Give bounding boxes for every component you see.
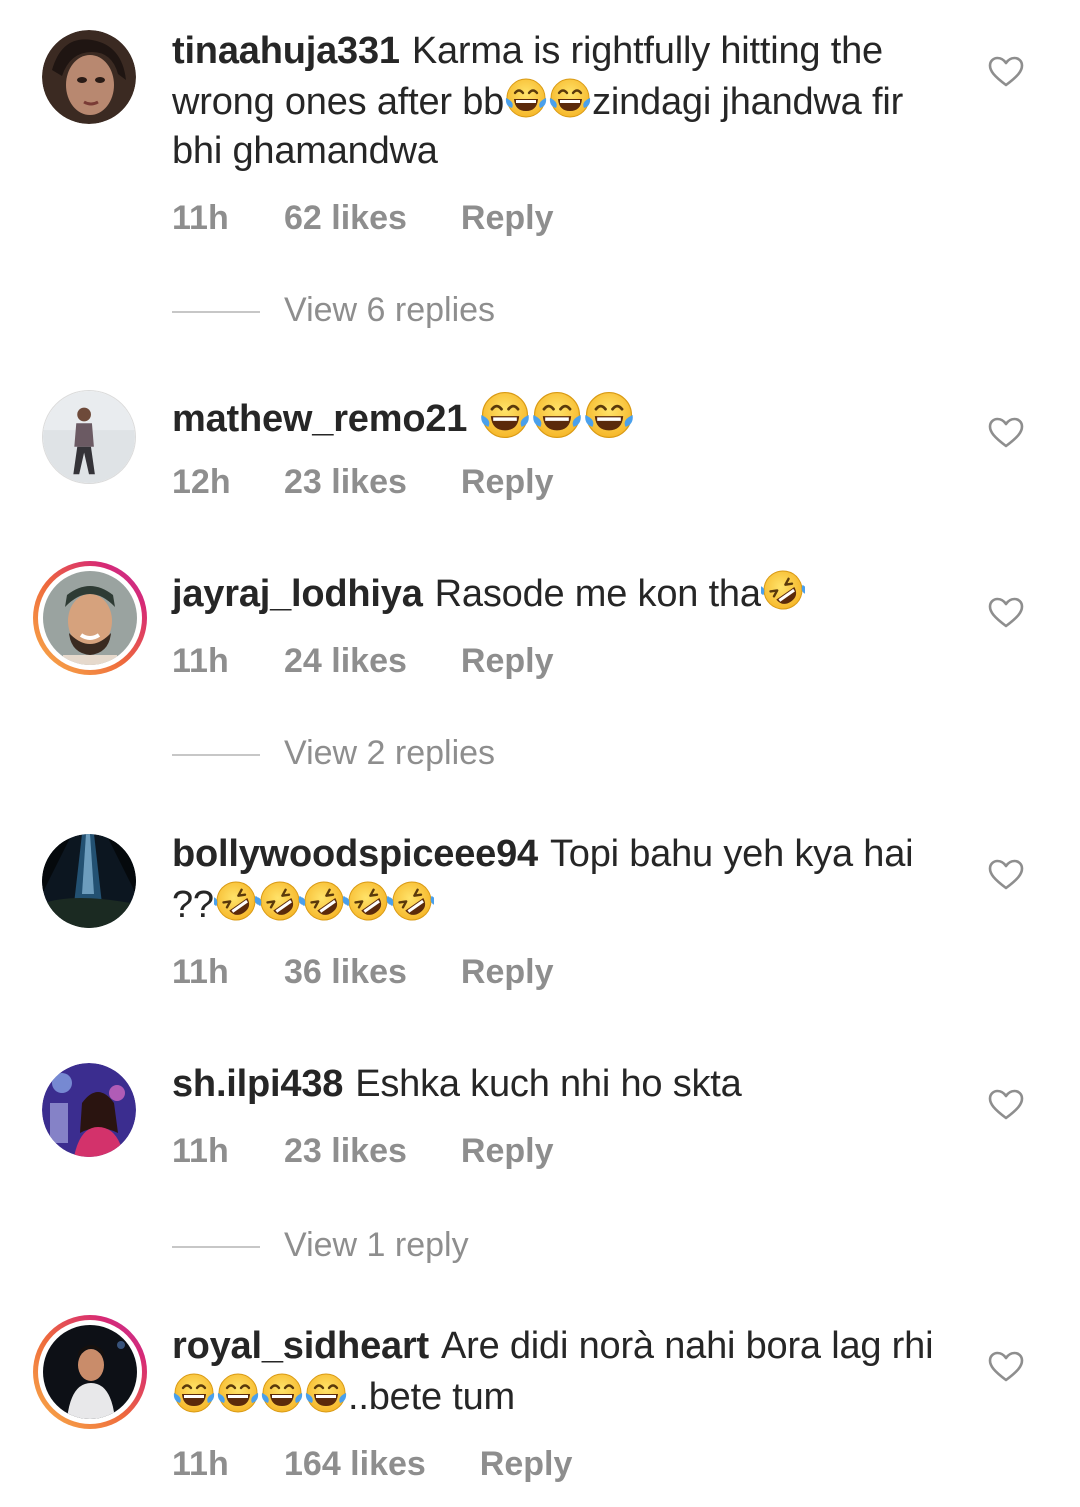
avatar-photo: [43, 571, 137, 665]
comment-time: 11h: [172, 1132, 229, 1170]
avatar-photo: [43, 391, 135, 483]
face-with-tears-of-joy-icon: [304, 1371, 348, 1415]
comment-likes[interactable]: 24 likes: [284, 641, 407, 681]
comment-likes[interactable]: 164 likes: [284, 1444, 426, 1484]
reply-button[interactable]: Reply: [461, 952, 554, 992]
avatar[interactable]: [42, 1063, 136, 1157]
face-with-tears-of-joy-icon: [531, 389, 583, 441]
comment-likes[interactable]: 62 likes: [284, 198, 407, 238]
avatar[interactable]: [42, 390, 136, 484]
view-replies-label: View 6 replies: [284, 291, 496, 329]
comment-username[interactable]: jayraj_lodhiya: [172, 573, 423, 615]
comment-likes[interactable]: 23 likes: [284, 1131, 407, 1171]
avatar[interactable]: [33, 1315, 147, 1429]
rolling-on-the-floor-laughing-icon: [258, 879, 302, 923]
comment-time: 11h: [172, 199, 229, 237]
reply-button[interactable]: Reply: [461, 1131, 554, 1171]
face-with-tears-of-joy-icon: [172, 1371, 216, 1415]
comment-username[interactable]: bollywoodspiceee94: [172, 833, 538, 875]
comment-username[interactable]: sh.ilpi438: [172, 1063, 343, 1105]
face-with-tears-of-joy-icon: [504, 76, 548, 120]
comment-username[interactable]: royal_sidheart: [172, 1325, 429, 1367]
rolling-on-the-floor-laughing-icon: [214, 879, 258, 923]
face-with-tears-of-joy-icon: [548, 76, 592, 120]
replies-divider: [172, 754, 260, 757]
avatar[interactable]: [42, 30, 136, 124]
avatar-photo: [42, 1063, 136, 1157]
face-with-tears-of-joy-icon: [479, 389, 531, 441]
avatar-photo: [43, 1325, 137, 1419]
comment-time: 11h: [172, 953, 229, 991]
heart-outline-icon[interactable]: [988, 417, 1024, 449]
heart-outline-icon[interactable]: [988, 56, 1024, 88]
heart-outline-icon[interactable]: [988, 1351, 1024, 1383]
comment-likes[interactable]: 36 likes: [284, 952, 407, 992]
comment-text: Are didi norà nahi bora lag rhi: [440, 1325, 934, 1367]
comment-text: ..bete tum: [348, 1376, 515, 1418]
view-replies-label: View 1 reply: [284, 1226, 469, 1264]
rolling-on-the-floor-laughing-icon: [302, 879, 346, 923]
face-with-tears-of-joy-icon: [216, 1371, 260, 1415]
view-replies-button[interactable]: View 6 replies: [172, 290, 495, 330]
reply-button[interactable]: Reply: [480, 1444, 573, 1484]
replies-divider: [172, 311, 260, 314]
avatar-photo: [42, 834, 136, 928]
rolling-on-the-floor-laughing-icon: [761, 568, 805, 612]
comment-time: 11h: [172, 642, 229, 680]
heart-outline-icon[interactable]: [988, 1089, 1024, 1121]
avatar[interactable]: [42, 834, 136, 928]
comment-text: Eshka kuch nhi ho skta: [355, 1063, 742, 1105]
rolling-on-the-floor-laughing-icon: [390, 879, 434, 923]
avatar-photo: [42, 30, 136, 124]
comment-username[interactable]: mathew_remo21: [172, 398, 467, 440]
reply-button[interactable]: Reply: [461, 462, 554, 502]
heart-outline-icon[interactable]: [988, 859, 1024, 891]
avatar[interactable]: [33, 561, 147, 675]
view-replies-label: View 2 replies: [284, 734, 496, 772]
replies-divider: [172, 1246, 260, 1249]
view-replies-button[interactable]: View 1 reply: [172, 1225, 469, 1265]
comment-time: 11h: [172, 1445, 229, 1483]
face-with-tears-of-joy-icon: [583, 389, 635, 441]
face-with-tears-of-joy-icon: [260, 1371, 304, 1415]
heart-outline-icon[interactable]: [988, 597, 1024, 629]
reply-button[interactable]: Reply: [461, 198, 554, 238]
comment-likes[interactable]: 23 likes: [284, 462, 407, 502]
comment-text: Rasode me kon tha: [434, 573, 761, 615]
comment-time: 12h: [172, 463, 231, 501]
reply-button[interactable]: Reply: [461, 641, 554, 681]
view-replies-button[interactable]: View 2 replies: [172, 733, 495, 773]
comment-username[interactable]: tinaahuja331: [172, 30, 400, 72]
rolling-on-the-floor-laughing-icon: [346, 879, 390, 923]
